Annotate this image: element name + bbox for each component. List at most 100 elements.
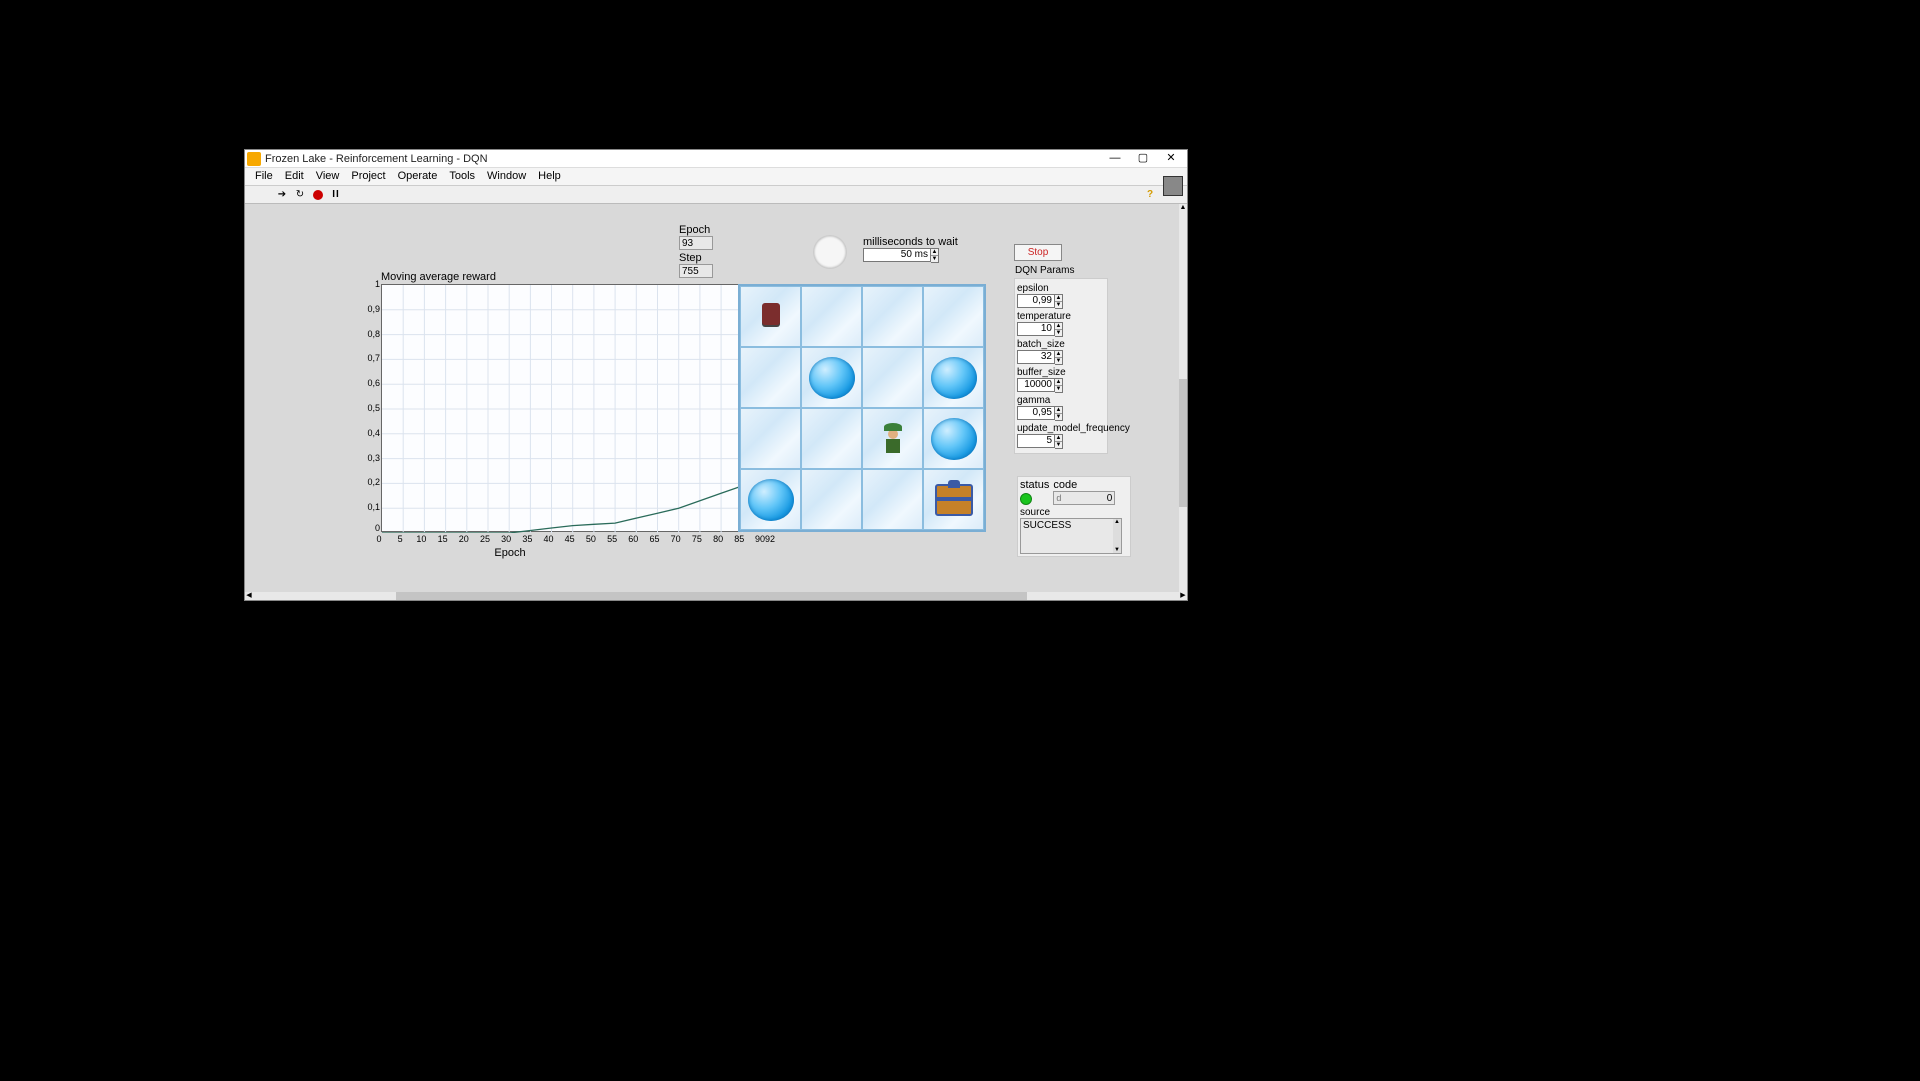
y-tick: 0,6 [356,378,380,388]
menu-file[interactable]: File [249,168,279,185]
menu-edit[interactable]: Edit [279,168,310,185]
param-label-temperature: temperature [1017,311,1105,322]
dqn-params-panel: DQN Params epsilon 0,99▲▼ temperature 10… [1014,278,1108,454]
x-tick: 50 [586,534,596,544]
grid-cell [862,286,923,347]
spin-up-icon[interactable]: ▲ [1055,351,1062,358]
status-label: status [1020,479,1049,491]
menu-project[interactable]: Project [345,168,391,185]
toolbar: ➔ ↻ II ? [245,186,1187,204]
param-input-buffer-size[interactable]: 10000▲▼ [1017,378,1105,393]
help-icon[interactable]: ? [1143,188,1157,202]
param-input-epsilon[interactable]: 0,99▲▼ [1017,294,1105,309]
hole-icon [748,479,794,521]
hole-icon [931,418,977,460]
grid-cell-start [740,286,801,347]
dqn-params-title: DQN Params [1015,265,1074,278]
horizontal-scrollbar[interactable]: ◀ ▶ [245,592,1187,600]
spin-down-icon[interactable]: ▼ [1055,330,1062,336]
stop-button[interactable]: Stop [1014,244,1062,261]
y-tick: 0,3 [356,453,380,463]
scroll-right-icon[interactable]: ▶ [1179,592,1187,600]
x-tick: 40 [543,534,553,544]
ms-wait-block: milliseconds to wait 50 ms ▲▼ [863,236,958,263]
pause-icon[interactable]: II [329,188,343,202]
x-tick: 15 [438,534,448,544]
spin-up-icon[interactable]: ▲ [1055,323,1062,330]
grid-cell-hole [923,347,984,408]
menubar: File Edit View Project Operate Tools Win… [245,168,1187,186]
spin-down-icon[interactable]: ▼ [1055,414,1062,420]
x-tick: 80 [713,534,723,544]
app-icon [247,152,261,166]
menu-operate[interactable]: Operate [392,168,444,185]
code-value: 0 [1107,492,1113,505]
param-input-temperature[interactable]: 10▲▼ [1017,322,1105,337]
run-continuous-icon[interactable]: ↻ [293,188,307,202]
spin-up-icon[interactable]: ▲ [1055,295,1062,302]
grid-cell [862,469,923,530]
status-panel: status code d 0 source SUCCESS ▲▼ [1017,476,1131,557]
menu-help[interactable]: Help [532,168,567,185]
param-input-update-freq[interactable]: 5▲▼ [1017,434,1105,449]
run-icon[interactable]: ➔ [275,188,289,202]
x-tick: 20 [459,534,469,544]
scroll-up-icon[interactable]: ▲ [1179,204,1187,212]
abort-icon[interactable] [311,188,325,202]
menu-view[interactable]: View [310,168,346,185]
x-tick: 55 [607,534,617,544]
grid-cell-hole [740,469,801,530]
grid-cell-hole [801,347,862,408]
spin-down-icon[interactable]: ▼ [1055,358,1062,364]
spin-down-icon[interactable]: ▼ [931,256,938,262]
x-tick: 5 [398,534,403,544]
vertical-scrollbar[interactable]: ▲ [1179,204,1187,592]
spin-down-icon[interactable]: ▼ [1055,386,1062,392]
grid-cell-hole [923,408,984,469]
spin-up-icon[interactable]: ▲ [1055,379,1062,386]
vi-icon [1163,176,1183,196]
scroll-up-icon[interactable]: ▲ [1113,519,1121,525]
spin-up-icon[interactable]: ▲ [931,249,938,256]
scrollbar-thumb[interactable] [1179,379,1187,507]
ms-wait-input[interactable]: 50 ms ▲▼ [863,248,958,263]
ms-wait-value[interactable]: 50 ms [863,248,931,262]
spin-up-icon[interactable]: ▲ [1055,435,1062,442]
spin-up-icon[interactable]: ▲ [1055,407,1062,414]
x-tick: 10 [416,534,426,544]
x-tick: 25 [480,534,490,544]
grid-cell [862,347,923,408]
content-area: Moving average reward 1 0,9 0,8 0,7 0,6 … [245,204,1187,592]
gift-icon [935,484,973,516]
spin-down-icon[interactable]: ▼ [1055,302,1062,308]
param-input-gamma[interactable]: 0,95▲▼ [1017,406,1105,421]
source-scrollbar[interactable]: ▲▼ [1113,519,1121,553]
scroll-down-icon[interactable]: ▼ [1113,547,1121,553]
y-tick: 0,4 [356,428,380,438]
grid-cell [801,408,862,469]
status-led-icon [1020,493,1032,505]
epoch-value: 93 [679,236,713,250]
spin-down-icon[interactable]: ▼ [1055,442,1062,448]
close-button[interactable]: ✕ [1157,151,1185,167]
scrollbar-thumb[interactable] [396,592,1027,600]
reward-chart: Moving average reward 1 0,9 0,8 0,7 0,6 … [305,274,715,574]
hole-icon [931,357,977,399]
menu-tools[interactable]: Tools [443,168,481,185]
maximize-button[interactable]: ▢ [1129,151,1157,167]
x-tick: 35 [522,534,532,544]
y-tick: 0,5 [356,403,380,413]
minimize-button[interactable]: — [1101,151,1129,167]
param-input-batch-size[interactable]: 32▲▼ [1017,350,1105,365]
step-label: Step [679,252,713,264]
scroll-left-icon[interactable]: ◀ [245,592,253,600]
param-label-buffer-size: buffer_size [1017,367,1105,378]
y-tick: 0 [356,523,380,533]
grid-cell-agent [862,408,923,469]
code-label: code [1053,479,1115,491]
x-tick: 70 [671,534,681,544]
plot-area [381,284,771,532]
menu-window[interactable]: Window [481,168,532,185]
spinner-buttons[interactable]: ▲▼ [931,248,939,263]
grid-cell [923,286,984,347]
